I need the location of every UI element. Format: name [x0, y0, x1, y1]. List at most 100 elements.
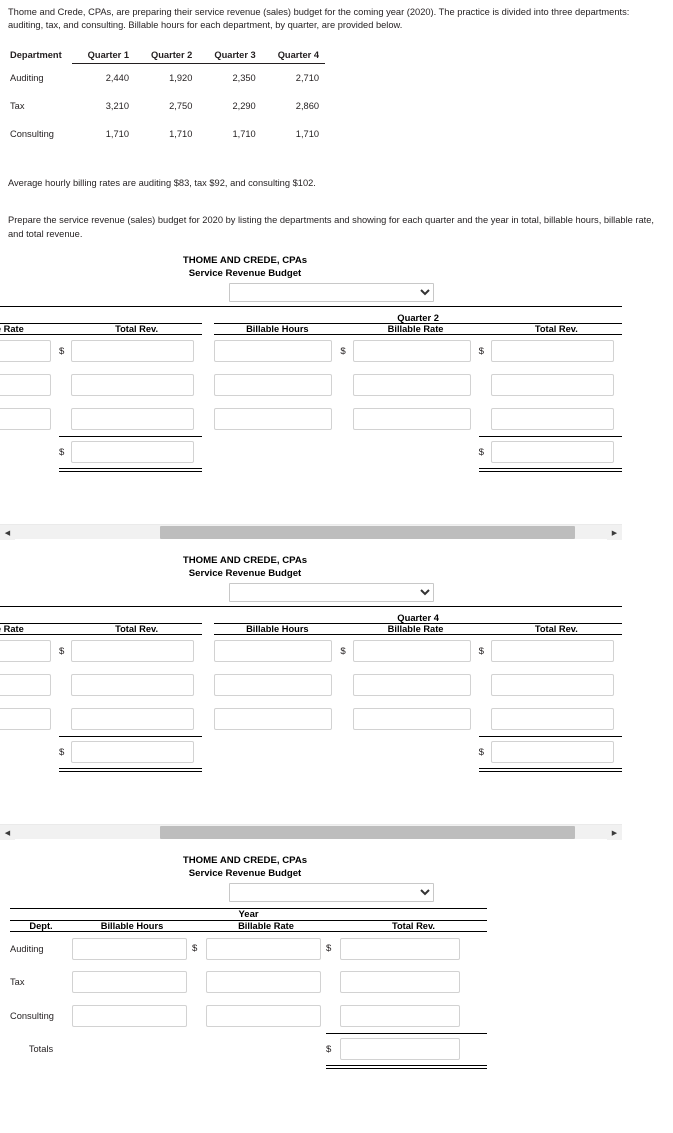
totals-empty: [206, 1033, 326, 1065]
given-cell-q3: 2,290: [232, 100, 256, 111]
dollar-sign: $: [478, 645, 484, 657]
group-label-quarter-3: Quarter 3: [0, 611, 203, 624]
input-rate-q2-consulting[interactable]: [352, 408, 471, 431]
input-rate-year-consulting[interactable]: [206, 1005, 321, 1028]
input-total-rev-q4[interactable]: [490, 741, 614, 764]
input-rev-q4-auditing[interactable]: [490, 640, 614, 663]
input-rate-year-tax[interactable]: [206, 971, 321, 994]
given-cell-q2: 1,920: [169, 72, 193, 83]
statement-title: Service Revenue Budget: [188, 268, 302, 280]
quarter-group-header-row: Quarter 1 Quarter 2: [0, 311, 622, 324]
input-hours-q4-auditing[interactable]: [214, 640, 333, 663]
dollar-spacer: [479, 702, 491, 736]
input-hours-year-consulting[interactable]: [72, 1005, 187, 1028]
input-rev-q3-tax[interactable]: [71, 674, 195, 697]
input-rev-q2-consulting[interactable]: [490, 407, 614, 430]
scrollbar-thumb[interactable]: [160, 826, 575, 840]
col-header-dept: Dept.: [10, 920, 72, 932]
horizontal-scrollbar-2[interactable]: ◀ ▶: [0, 824, 622, 841]
scroll-left-arrow-icon[interactable]: ◀: [0, 525, 15, 541]
period-select-3[interactable]: [229, 882, 434, 902]
given-cell-q2: 2,750: [169, 100, 193, 111]
budget-block-year: THOME AND CREDE, CPAs Service Revenue Bu…: [0, 855, 673, 1069]
input-rate-q2-auditing[interactable]: [352, 340, 471, 363]
input-rev-q1-auditing[interactable]: [71, 340, 195, 363]
table-row: Tax 3,210 2,750 2,290 2,860: [10, 92, 325, 120]
input-rate-q4-consulting[interactable]: [352, 708, 471, 731]
scroll-left-arrow-icon[interactable]: ◀: [0, 825, 15, 841]
scroll-viewport-1: Quarter 1 Quarter 2 Dept. Billable Hours…: [0, 306, 673, 522]
input-rev-q4-tax[interactable]: [490, 674, 614, 697]
col-header-rev-q3: Total Rev.: [71, 623, 203, 635]
group-gap: [202, 634, 214, 668]
input-rev-q2-auditing[interactable]: [490, 340, 614, 363]
dollar-sign: $: [58, 345, 65, 357]
given-header-quarter-4: Quarter 4: [261, 46, 326, 64]
group-gap: [202, 702, 214, 736]
input-total-rev-q3[interactable]: [71, 741, 195, 764]
input-rate-q3-tax[interactable]: [0, 674, 51, 697]
input-rate-year-auditing[interactable]: [206, 937, 321, 960]
input-total-rev-q1[interactable]: [71, 441, 195, 464]
input-hours-year-tax[interactable]: [72, 971, 187, 994]
scrollbar-thumb[interactable]: [160, 526, 575, 540]
input-rate-q1-auditing[interactable]: [0, 340, 51, 363]
col-header-hours-q2: Billable Hours: [214, 323, 341, 335]
input-hours-q4-tax[interactable]: [214, 674, 333, 697]
company-name: THOME AND CREDE, CPAs: [182, 555, 308, 567]
input-rate-q3-consulting[interactable]: [0, 708, 51, 731]
period-select-2[interactable]: [229, 583, 434, 603]
input-rev-q1-consulting[interactable]: [71, 407, 195, 430]
scroll-right-arrow-icon[interactable]: ▶: [607, 825, 622, 841]
horizontal-scrollbar-1[interactable]: ◀ ▶: [0, 524, 622, 541]
input-rate-q1-tax[interactable]: [0, 374, 51, 397]
input-rev-year-consulting[interactable]: [340, 1005, 460, 1028]
totals-empty: [0, 736, 59, 768]
input-rev-q1-tax[interactable]: [71, 374, 195, 397]
totals-underline-row: [10, 1064, 488, 1069]
input-rate-q4-auditing[interactable]: [352, 640, 471, 663]
table-row: Tax: [0, 368, 622, 402]
input-rev-year-tax[interactable]: [340, 971, 460, 994]
dollar-sign: $: [478, 345, 484, 357]
given-billable-hours-table: Department Quarter 1 Quarter 2 Quarter 3…: [10, 46, 326, 148]
input-rate-q3-auditing[interactable]: [0, 640, 51, 663]
col-header-rev-q2: Total Rev.: [490, 323, 622, 335]
totals-empty: [0, 436, 59, 468]
statement-heading: THOME AND CREDE, CPAs Service Revenue Bu…: [0, 855, 490, 881]
input-hours-q2-auditing[interactable]: [214, 340, 333, 363]
table-row: Auditing $ $ $ $: [0, 634, 622, 668]
input-rate-q1-consulting[interactable]: [0, 408, 51, 431]
input-rev-q4-consulting[interactable]: [490, 707, 614, 730]
dollar-sign: $: [340, 345, 346, 357]
input-hours-q2-consulting[interactable]: [214, 408, 333, 431]
input-rate-q4-tax[interactable]: [352, 674, 471, 697]
col-header-rev-q1: Total Rev.: [71, 323, 203, 335]
input-hours-year-auditing[interactable]: [72, 937, 187, 960]
dollar-spacer: [479, 402, 491, 436]
group-label-quarter-1: Quarter 1: [0, 311, 203, 324]
input-hours-q2-tax[interactable]: [214, 374, 333, 397]
given-header-quarter-1: Quarter 1: [71, 46, 136, 64]
scroll-right-arrow-icon[interactable]: ▶: [607, 525, 622, 541]
input-rev-q3-consulting[interactable]: [71, 707, 195, 730]
input-total-rev-year[interactable]: [340, 1038, 460, 1061]
scroll-content-1: Quarter 1 Quarter 2 Dept. Billable Hours…: [0, 306, 628, 472]
col-header-hours-q4: Billable Hours: [214, 623, 341, 635]
year-band-row: Year: [10, 907, 488, 921]
period-select-1[interactable]: [229, 283, 434, 303]
group-gap: [202, 736, 214, 768]
input-rev-year-auditing[interactable]: [340, 937, 460, 960]
input-hours-q4-consulting[interactable]: [214, 708, 333, 731]
dollar-spacer: [326, 999, 340, 1033]
budget-sheet-q3-q4: Quarter 3 Quarter 4 Dept. Billable Hours…: [0, 606, 622, 772]
col-header-rate-q2: Billable Rate: [352, 323, 479, 335]
given-cell-q3: 1,710: [232, 128, 256, 139]
input-rate-q2-tax[interactable]: [352, 374, 471, 397]
input-total-rev-q2[interactable]: [490, 441, 614, 464]
col-header-dollar-spacer: [340, 623, 353, 635]
input-rev-q2-tax[interactable]: [490, 374, 614, 397]
input-rev-q3-auditing[interactable]: [71, 640, 195, 663]
given-cell-q1: 3,210: [105, 100, 130, 111]
col-header-dollar-spacer: [326, 920, 340, 932]
